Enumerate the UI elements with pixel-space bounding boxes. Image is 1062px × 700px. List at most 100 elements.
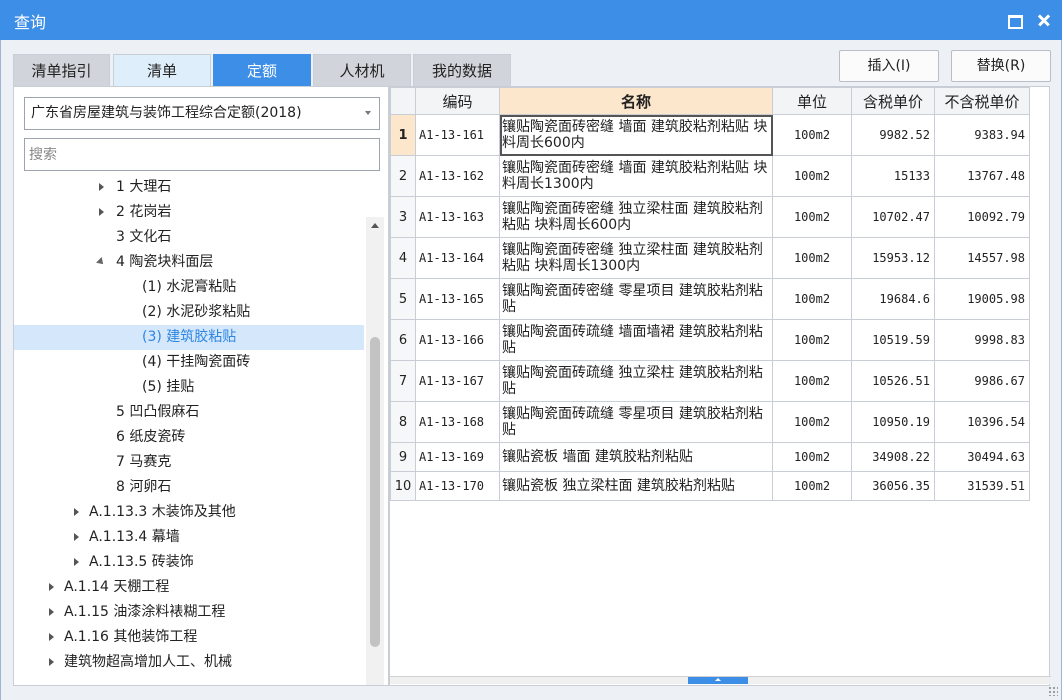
caret-right-icon[interactable] <box>49 633 54 641</box>
cell-tax-price[interactable]: 34908.22 <box>851 442 935 472</box>
cell-unit[interactable]: 100m2 <box>772 319 852 361</box>
caret-right-icon[interactable] <box>74 508 79 516</box>
tree-item[interactable]: A.1.13.5 砖装饰 <box>14 550 364 575</box>
cell-code[interactable]: A1-13-163 <box>415 196 500 238</box>
header-unit[interactable]: 单位 <box>772 87 852 115</box>
caret-right-icon[interactable] <box>74 558 79 566</box>
cell-tax-price[interactable]: 9982.52 <box>851 114 935 156</box>
header-notax-price[interactable]: 不含税单价 <box>934 87 1030 115</box>
cell-notax-price[interactable]: 10396.54 <box>934 401 1030 443</box>
tree-item[interactable]: 5 凹凸假麻石 <box>14 400 364 425</box>
cell-tax-price[interactable]: 19684.6 <box>851 278 935 320</box>
cell-unit[interactable]: 100m2 <box>772 471 852 501</box>
table-row[interactable]: 2 A1-13-162 镶贴陶瓷面砖密缝 墙面 建筑胶粘剂粘贴 块料周长1300内 1… <box>390 155 1030 197</box>
cell-name[interactable]: 镶贴陶瓷面砖密缝 独立梁柱面 建筑胶粘剂粘贴 块料周长1300内 <box>499 237 773 279</box>
row-index[interactable]: 1 <box>390 114 416 156</box>
row-index[interactable]: 4 <box>390 237 416 279</box>
cell-unit[interactable]: 100m2 <box>772 401 852 443</box>
tree-item[interactable]: 4 陶瓷块料面层 <box>14 250 364 275</box>
row-index[interactable]: 7 <box>390 360 416 402</box>
search-input[interactable] <box>24 138 380 171</box>
cell-tax-price[interactable]: 10950.19 <box>851 401 935 443</box>
cell-code[interactable]: A1-13-170 <box>415 471 500 501</box>
cell-tax-price[interactable]: 10526.51 <box>851 360 935 402</box>
tree-item[interactable]: 建筑物超高增加人工、机械 <box>14 650 364 675</box>
row-index[interactable]: 8 <box>390 401 416 443</box>
header-name[interactable]: 名称 <box>499 87 773 115</box>
tree-item[interactable]: 1 大理石 <box>14 175 364 200</box>
cell-code[interactable]: A1-13-165 <box>415 278 500 320</box>
cell-notax-price[interactable]: 31539.51 <box>934 471 1030 501</box>
cell-tax-price[interactable]: 10519.59 <box>851 319 935 361</box>
tree-item[interactable]: 8 河卵石 <box>14 475 364 500</box>
cell-unit[interactable]: 100m2 <box>772 155 852 197</box>
cell-notax-price[interactable]: 19005.98 <box>934 278 1030 320</box>
insert-button[interactable]: 插入(I) <box>839 50 939 82</box>
scroll-up-icon[interactable] <box>371 223 379 228</box>
row-index[interactable]: 9 <box>390 442 416 472</box>
tree-item[interactable]: (3) 建筑胶粘贴 <box>14 325 364 350</box>
chevron-down-icon[interactable] <box>365 111 371 115</box>
cell-name[interactable]: 镶贴陶瓷面砖疏缝 墙面墙裙 建筑胶粘剂粘贴 <box>499 319 773 361</box>
cell-unit[interactable]: 100m2 <box>772 360 852 402</box>
caret-expanded-icon[interactable] <box>96 257 106 267</box>
cell-notax-price[interactable]: 13767.48 <box>934 155 1030 197</box>
caret-right-icon[interactable] <box>99 208 104 216</box>
caret-right-icon[interactable] <box>74 533 79 541</box>
table-row[interactable]: 6 A1-13-166 镶贴陶瓷面砖疏缝 墙面墙裙 建筑胶粘剂粘贴 100m2 1051… <box>390 319 1030 361</box>
cell-tax-price[interactable]: 15133 <box>851 155 935 197</box>
table-horizontal-scrollbar[interactable] <box>390 676 1051 684</box>
cell-notax-price[interactable]: 30494.63 <box>934 442 1030 472</box>
scroll-thumb[interactable] <box>370 337 380 647</box>
cell-code[interactable]: A1-13-162 <box>415 155 500 197</box>
cell-name[interactable]: 镶贴瓷板 独立梁柱面 建筑胶粘剂粘贴 <box>499 471 773 501</box>
caret-right-icon[interactable] <box>49 583 54 591</box>
cell-unit[interactable]: 100m2 <box>772 196 852 238</box>
cell-code[interactable]: A1-13-168 <box>415 401 500 443</box>
row-index[interactable]: 2 <box>390 155 416 197</box>
cell-notax-price[interactable]: 9383.94 <box>934 114 1030 156</box>
cell-tax-price[interactable]: 15953.12 <box>851 237 935 279</box>
cell-name[interactable]: 镶贴陶瓷面砖密缝 零星项目 建筑胶粘剂粘贴 <box>499 278 773 320</box>
tab-bill[interactable]: 清单 <box>113 54 211 86</box>
cell-notax-price[interactable]: 14557.98 <box>934 237 1030 279</box>
tab-bill-guide[interactable]: 清单指引 <box>13 54 110 86</box>
cell-name[interactable]: 镶贴瓷板 墙面 建筑胶粘剂粘贴 <box>499 442 773 472</box>
table-row[interactable]: 3 A1-13-163 镶贴陶瓷面砖密缝 独立梁柱面 建筑胶粘剂粘贴 块料周长600… <box>390 196 1030 238</box>
cell-notax-price[interactable]: 9998.83 <box>934 319 1030 361</box>
cell-code[interactable]: A1-13-164 <box>415 237 500 279</box>
splitter-handle[interactable] <box>688 677 748 684</box>
tree-item[interactable]: 2 花岗岩 <box>14 200 364 225</box>
cell-tax-price[interactable]: 10702.47 <box>851 196 935 238</box>
table-row[interactable]: 5 A1-13-165 镶贴陶瓷面砖密缝 零星项目 建筑胶粘剂粘贴 100m2 1968… <box>390 278 1030 320</box>
table-row[interactable]: 1 A1-13-161 镶贴陶瓷面砖密缝 墙面 建筑胶粘剂粘贴 块料周长600内 10… <box>390 114 1030 156</box>
cell-name[interactable]: 镶贴陶瓷面砖密缝 墙面 建筑胶粘剂粘贴 块料周长600内 <box>499 114 773 156</box>
tab-quota[interactable]: 定额 <box>213 54 311 86</box>
resize-grip-icon[interactable] <box>1048 686 1058 696</box>
table-row[interactable]: 9 A1-13-169 镶贴瓷板 墙面 建筑胶粘剂粘贴 100m2 34908.22 30… <box>390 442 1030 472</box>
replace-button[interactable]: 替换(R) <box>951 50 1051 82</box>
row-index[interactable]: 10 <box>390 471 416 501</box>
cell-unit[interactable]: 100m2 <box>772 237 852 279</box>
cell-notax-price[interactable]: 9986.67 <box>934 360 1030 402</box>
cell-unit[interactable]: 100m2 <box>772 114 852 156</box>
caret-right-icon[interactable] <box>49 658 54 666</box>
tree-item[interactable]: A.1.15 油漆涂料裱糊工程 <box>14 600 364 625</box>
table-row[interactable]: 4 A1-13-164 镶贴陶瓷面砖密缝 独立梁柱面 建筑胶粘剂粘贴 块料周长130… <box>390 237 1030 279</box>
tree-item[interactable]: (5) 挂贴 <box>14 375 364 400</box>
cell-code[interactable]: A1-13-167 <box>415 360 500 402</box>
table-row[interactable]: 8 A1-13-168 镶贴陶瓷面砖疏缝 零星项目 建筑胶粘剂粘贴 100m2 1095… <box>390 401 1030 443</box>
row-index[interactable]: 3 <box>390 196 416 238</box>
close-icon[interactable] <box>1034 10 1054 30</box>
cell-notax-price[interactable]: 10092.79 <box>934 196 1030 238</box>
cell-code[interactable]: A1-13-166 <box>415 319 500 361</box>
header-code[interactable]: 编码 <box>415 87 500 115</box>
tree-item[interactable]: A.1.16 其他装饰工程 <box>14 625 364 650</box>
cell-code[interactable]: A1-13-161 <box>415 114 500 156</box>
tree-item[interactable]: A.1.13.4 幕墙 <box>14 525 364 550</box>
cell-name[interactable]: 镶贴陶瓷面砖密缝 墙面 建筑胶粘剂粘贴 块料周长1300内 <box>499 155 773 197</box>
tab-my-data[interactable]: 我的数据 <box>413 54 511 86</box>
header-tax-price[interactable]: 含税单价 <box>851 87 935 115</box>
tree-item[interactable]: (2) 水泥砂浆粘贴 <box>14 300 364 325</box>
cell-unit[interactable]: 100m2 <box>772 278 852 320</box>
